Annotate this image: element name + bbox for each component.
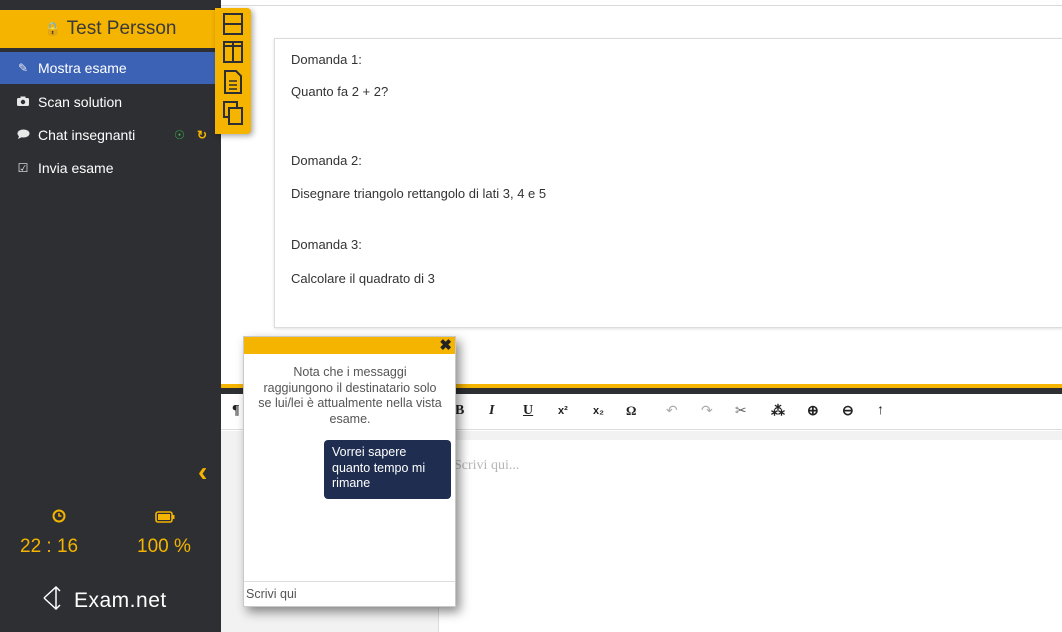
plugin-button[interactable]: ⁂ [771, 403, 785, 420]
question-2-text: Disegnare triangolo rettangolo di lati 3… [291, 186, 547, 201]
italic-button[interactable]: I [489, 403, 494, 419]
logo-text: Exam.net [74, 588, 167, 612]
time-remaining: 22 : 16 [20, 536, 79, 557]
edit-icon: ✎ [17, 61, 29, 75]
exam-net-logo: Exam.net [42, 585, 167, 616]
sidebar-item-scan-solution[interactable]: Scan solution [0, 86, 221, 118]
chat-icon [16, 128, 30, 142]
teacher-chat-window: ✖ Nota che i messaggi raggiungono il des… [243, 336, 456, 607]
question-1-text: Quanto fa 2 + 2? [291, 84, 389, 99]
layout-toolbar [215, 8, 251, 134]
paragraph-button[interactable]: ¶ [232, 403, 240, 419]
refresh-icon[interactable]: ↻ [197, 128, 207, 142]
sidebar-item-label: Chat insegnanti [38, 127, 136, 143]
sidebar-item-label: Invia esame [38, 160, 114, 176]
question-3-title: Domanda 3: [291, 237, 362, 252]
question-1-title: Domanda 1: [291, 52, 362, 67]
zoom-in-button[interactable]: ⊕ [807, 403, 819, 420]
editor-placeholder[interactable]: Scrivi qui... [454, 458, 519, 474]
chat-message: Vorrei sapere quanto tempo mi rimane [324, 440, 451, 499]
battery-icon [155, 510, 175, 526]
lock-icon: 🔒 [44, 21, 61, 36]
sidebar: 🔒 Test Persson ✎ Mostra esame Scan solut… [0, 0, 221, 632]
sidebar-item-label: Scan solution [38, 94, 123, 110]
online-status-icon: ☉ [174, 128, 185, 142]
question-panel: Domanda 1: Quanto fa 2 + 2? Domanda 2: D… [274, 38, 1062, 328]
editor-page[interactable] [438, 440, 1062, 632]
horizontal-split-icon[interactable] [222, 12, 244, 38]
underline-button[interactable]: U [523, 403, 533, 419]
subscript-button[interactable]: x₂ [593, 405, 604, 417]
battery-level: 100 % [137, 536, 191, 557]
special-char-button[interactable]: Ω [626, 403, 636, 419]
vertical-split-icon[interactable] [222, 40, 244, 66]
check-square-icon: ☑ [17, 161, 29, 175]
chat-input-divider [244, 581, 455, 582]
user-name: Test Persson [66, 18, 177, 39]
redo-button[interactable]: ↷ [701, 403, 713, 420]
superscript-button[interactable]: x² [558, 405, 568, 417]
close-icon[interactable]: ✖ [439, 336, 452, 354]
sidebar-item-label: Mostra esame [38, 60, 127, 76]
top-divider [221, 5, 1062, 6]
user-header: 🔒 Test Persson [0, 10, 221, 48]
document-icon[interactable] [222, 69, 244, 95]
sidebar-item-mostra-esame[interactable]: ✎ Mostra esame [0, 52, 221, 84]
chat-notice: Nota che i messaggi raggiungono il desti… [258, 365, 442, 426]
zoom-out-button[interactable]: ⊖ [842, 403, 854, 420]
copy-windows-icon[interactable] [222, 100, 244, 126]
question-3-text: Calcolare il quadrato di 3 [291, 271, 435, 286]
question-2-title: Domanda 2: [291, 153, 362, 168]
sidebar-item-invia-esame[interactable]: ☑ Invia esame [0, 152, 221, 184]
camera-icon [16, 95, 30, 109]
clock-icon [52, 509, 66, 526]
bold-button[interactable]: B [455, 403, 464, 419]
chat-input[interactable]: Scrivi qui [246, 587, 297, 601]
chat-header: ✖ [244, 337, 455, 354]
scroll-up-button[interactable]: ↑ [877, 403, 884, 419]
cut-button[interactable]: ✂ [735, 403, 747, 420]
sidebar-item-chat-insegnanti[interactable]: Chat insegnanti ☉ ↻ [0, 119, 221, 151]
logo-icon [42, 585, 68, 616]
collapse-sidebar-button[interactable]: ‹ [198, 456, 207, 488]
undo-button[interactable]: ↶ [666, 403, 678, 420]
